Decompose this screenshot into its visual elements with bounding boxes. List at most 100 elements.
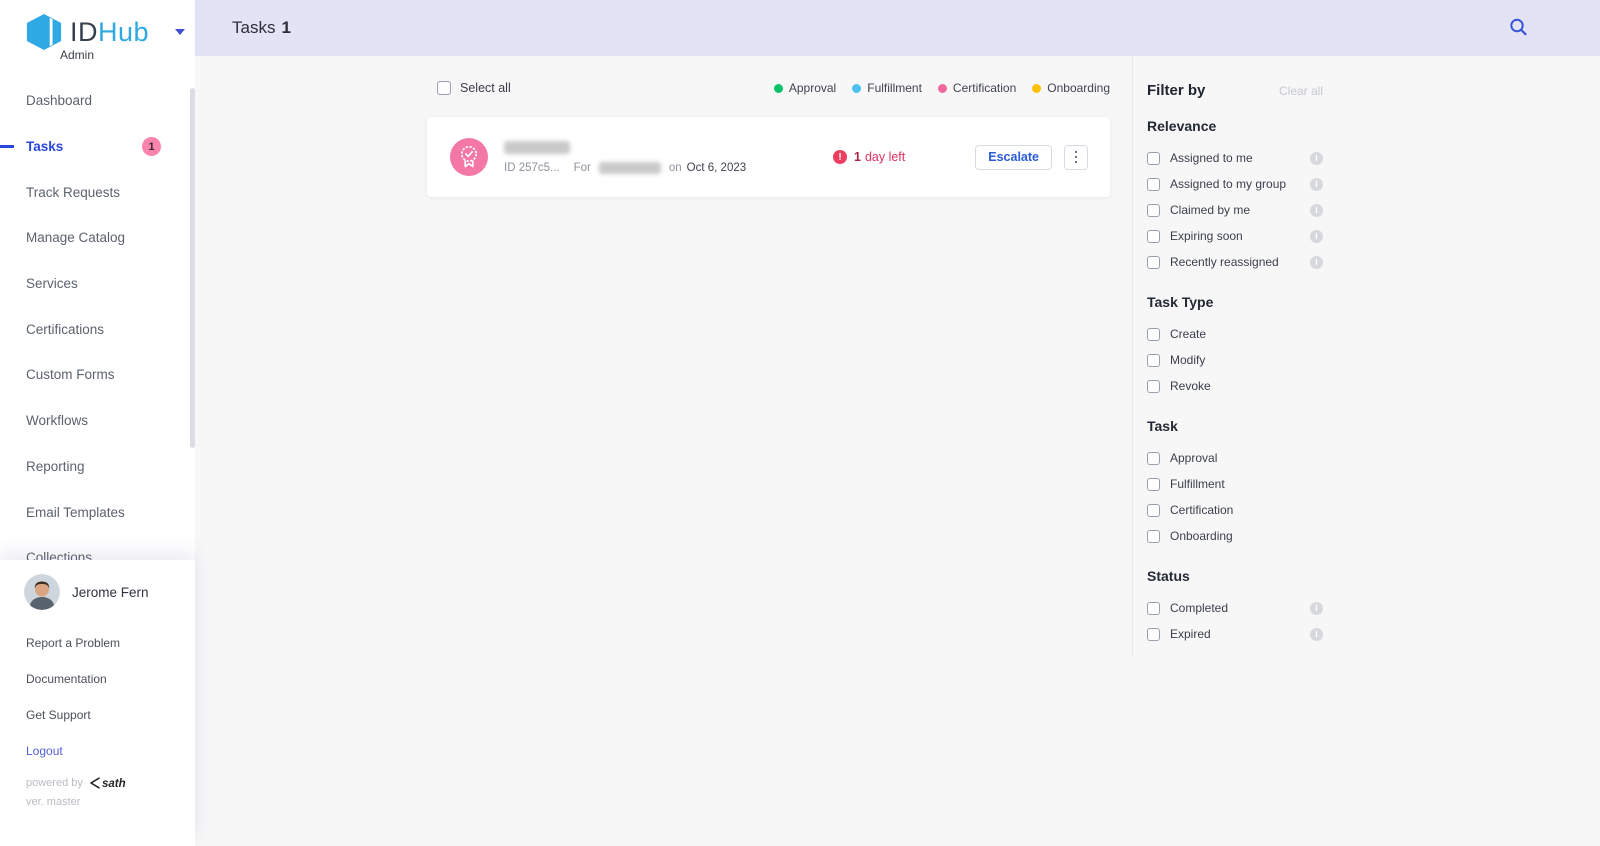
task-id: ID 257c5...: [504, 162, 560, 174]
sidebar-item-track-requests[interactable]: Track Requests: [0, 169, 195, 215]
fulfillment-checkbox[interactable]: [1147, 478, 1160, 491]
kebab-icon: [1075, 151, 1078, 154]
filter-assigned-to-me: Assigned to me i: [1147, 145, 1323, 171]
section-task-type: Task Type: [1147, 294, 1323, 310]
sidebar-item-reporting[interactable]: Reporting: [0, 444, 195, 490]
filter-expired: Expired i: [1147, 621, 1323, 647]
sidebar-item-dashboard[interactable]: Dashboard: [0, 78, 195, 124]
tasks-count-badge: 1: [142, 137, 161, 156]
brand-wordmark: IDHub: [70, 17, 149, 48]
certification-badge-icon: [450, 138, 488, 176]
sidebar-item-custom-forms[interactable]: Custom Forms: [0, 352, 195, 398]
legend-certification: Certification: [938, 81, 1016, 95]
task-date: Oct 6, 2023: [687, 162, 746, 174]
info-icon[interactable]: i: [1310, 204, 1323, 217]
alert-icon: !: [833, 150, 847, 164]
clear-all-button[interactable]: Clear all: [1279, 84, 1323, 98]
task-card[interactable]: ID 257c5... For on Oct 6, 2023 ! 1 day l…: [427, 117, 1110, 197]
sidebar-item-manage-catalog[interactable]: Manage Catalog: [0, 215, 195, 261]
create-checkbox[interactable]: [1147, 328, 1160, 341]
claimed-by-me-checkbox[interactable]: [1147, 204, 1160, 217]
info-icon[interactable]: i: [1310, 628, 1323, 641]
completed-checkbox[interactable]: [1147, 602, 1160, 615]
revoke-checkbox[interactable]: [1147, 380, 1160, 393]
select-all: Select all: [427, 81, 511, 95]
powered-by: powered by sath: [26, 776, 135, 790]
version-label: ver. master: [26, 796, 80, 808]
recently-reassigned-checkbox[interactable]: [1147, 256, 1160, 269]
task-title-redacted: [504, 141, 570, 154]
filter-panel-title: Filter by: [1147, 82, 1205, 99]
certification-dot-icon: [938, 84, 947, 93]
info-icon[interactable]: i: [1310, 256, 1323, 269]
brand-logo: IDHub: [23, 13, 185, 51]
sidebar-item-services[interactable]: Services: [0, 261, 195, 307]
role-label: Admin: [60, 48, 94, 62]
task-menu-button[interactable]: [1064, 145, 1088, 170]
due-warning: ! 1 day left: [833, 150, 905, 164]
report-problem-link[interactable]: Report a Problem: [26, 636, 120, 650]
legend-fulfillment: Fulfillment: [852, 81, 922, 95]
search-button[interactable]: [1508, 17, 1529, 41]
filter-claimed-by-me: Claimed by me i: [1147, 197, 1323, 223]
select-all-checkbox[interactable]: [437, 81, 451, 95]
expiring-soon-checkbox[interactable]: [1147, 230, 1160, 243]
task-date-connector: on: [669, 162, 682, 174]
top-bar: [195, 0, 1600, 56]
sidebar-item-certifications[interactable]: Certifications: [0, 306, 195, 352]
assigned-to-me-checkbox[interactable]: [1147, 152, 1160, 165]
onboarding-dot-icon: [1032, 84, 1041, 93]
task-meta: ID 257c5... For on Oct 6, 2023: [504, 162, 746, 174]
sidebar-item-email-templates[interactable]: Email Templates: [0, 489, 195, 535]
search-icon: [1508, 17, 1529, 38]
documentation-link[interactable]: Documentation: [26, 672, 120, 686]
info-icon[interactable]: i: [1310, 152, 1323, 165]
legend-approval: Approval: [774, 81, 836, 95]
list-toolbar: Select all Approval Fulfillment Certific…: [427, 81, 1110, 95]
filter-onboarding: Onboarding: [1147, 523, 1323, 549]
escalate-button[interactable]: Escalate: [975, 145, 1052, 170]
user-profile[interactable]: Jerome Fern: [24, 574, 149, 610]
info-icon[interactable]: i: [1310, 230, 1323, 243]
expired-checkbox[interactable]: [1147, 628, 1160, 641]
approval-dot-icon: [774, 84, 783, 93]
logout-link[interactable]: Logout: [26, 744, 120, 758]
page-title: Tasks1: [232, 0, 291, 56]
sidebar-nav: Dashboard Tasks 1 Track Requests Manage …: [0, 78, 195, 581]
filter-approval: Approval: [1147, 445, 1323, 471]
info-icon[interactable]: i: [1310, 178, 1323, 191]
sidebar-footer: Jerome Fern Report a Problem Documentati…: [0, 560, 195, 846]
svg-text:sath: sath: [102, 778, 126, 790]
filter-create: Create: [1147, 321, 1323, 347]
fulfillment-dot-icon: [852, 84, 861, 93]
assigned-to-my-group-checkbox[interactable]: [1147, 178, 1160, 191]
footer-links: Report a Problem Documentation Get Suppo…: [26, 636, 120, 780]
user-name: Jerome Fern: [72, 585, 149, 600]
task-requester-redacted: [599, 162, 661, 174]
approval-checkbox[interactable]: [1147, 452, 1160, 465]
sidebar-item-tasks[interactable]: Tasks 1: [0, 124, 195, 170]
select-all-label[interactable]: Select all: [460, 81, 511, 95]
task-count: 1: [281, 18, 290, 38]
filter-revoke: Revoke: [1147, 373, 1323, 399]
sath-logo-icon: sath: [89, 776, 135, 790]
filter-panel: Filter by Clear all Relevance Assigned t…: [1147, 82, 1323, 647]
panel-divider: [1132, 56, 1133, 656]
modify-checkbox[interactable]: [1147, 354, 1160, 367]
onboarding-checkbox[interactable]: [1147, 530, 1160, 543]
get-support-link[interactable]: Get Support: [26, 708, 120, 722]
sidebar-scrollbar[interactable]: [190, 88, 195, 448]
certification-checkbox[interactable]: [1147, 504, 1160, 517]
task-for-label: For: [574, 162, 591, 174]
chevron-down-icon[interactable]: [175, 29, 185, 35]
section-task: Task: [1147, 418, 1323, 434]
sidebar-item-workflows[interactable]: Workflows: [0, 398, 195, 444]
filter-recently-reassigned: Recently reassigned i: [1147, 249, 1323, 275]
filter-expiring-soon: Expiring soon i: [1147, 223, 1323, 249]
task-type-legend: Approval Fulfillment Certification Onboa…: [774, 81, 1110, 95]
task-texts: ID 257c5... For on Oct 6, 2023: [504, 141, 746, 174]
sidebar: IDHub Admin Dashboard Tasks 1 Track Requ…: [0, 0, 195, 846]
legend-onboarding: Onboarding: [1032, 81, 1110, 95]
info-icon[interactable]: i: [1310, 602, 1323, 615]
section-relevance: Relevance: [1147, 118, 1323, 134]
